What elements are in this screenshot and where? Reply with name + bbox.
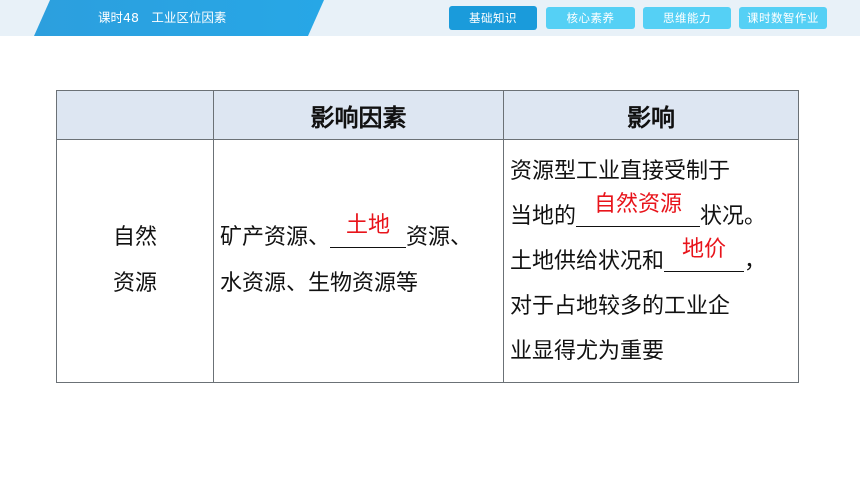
table-header-row: 影响因素 影响 [56, 90, 799, 140]
answer-natural-resources: 自然资源 [594, 191, 683, 217]
header-cell-factors: 影响因素 [213, 90, 504, 140]
factors-list-cell: 矿产资源、 土地 资源、 水资源、生物资源等 [213, 139, 504, 383]
tab-homework[interactable]: 课时数智作业 [739, 7, 827, 29]
answer-land-price: 地价 [682, 236, 727, 262]
factor-table: 影响因素 影响 自然 资源 矿产资源、 土地 资源、 水资源、生物资源等 资源型工业… [56, 90, 799, 383]
influence-line2: 当地的 自然资源 状况。 [510, 192, 798, 239]
influence-cell: 资源型工业直接受制于 当地的 自然资源 状况。 土地供给状况和 地价 ， 对于占地较多的… [503, 139, 799, 383]
top-navigation-bar: 课时48 工业区位因素 基础知识 核心素养 思维能力 课时数智作业 [0, 0, 860, 36]
factor-category-line1: 自然 [112, 225, 157, 250]
header-cell-empty [56, 90, 214, 140]
factors-list-line1: 矿产资源、 土地 资源、 [220, 213, 503, 261]
factors-list-text-b: 资源、 [406, 225, 473, 250]
factors-list-line2: 水资源、生物资源等 [220, 271, 419, 296]
tab-core-literacy[interactable]: 核心素养 [546, 7, 635, 29]
influence-line5: 业显得尤为重要 [510, 338, 665, 364]
influence-line1: 资源型工业直接受制于 [510, 158, 731, 184]
factor-category-line2: 资源 [112, 271, 157, 296]
influence-line2-prefix: 当地的 [510, 203, 577, 229]
influence-line3: 土地供给状况和 地价 ， [510, 237, 798, 284]
factors-list-text-a: 矿产资源、 [220, 225, 331, 250]
tab-basic-knowledge[interactable]: 基础知识 [449, 6, 537, 30]
influence-line4: 对于占地较多的工业企 [510, 293, 731, 319]
fill-blank-land-price: 地价 [664, 237, 745, 272]
header-cell-influence: 影响 [503, 90, 799, 140]
influence-line2-suffix: 状况。 [700, 203, 767, 229]
answer-land: 土地 [346, 213, 391, 238]
fill-blank-land: 土地 [330, 213, 407, 248]
influence-line3-suffix: ， [744, 248, 767, 274]
influence-line3-prefix: 土地供给状况和 [510, 248, 665, 274]
table-row: 自然 资源 矿产资源、 土地 资源、 水资源、生物资源等 资源型工业直接受制于 当地… [56, 139, 799, 383]
lesson-title: 课时48 工业区位因素 [98, 10, 227, 25]
factor-category-cell: 自然 资源 [56, 139, 214, 383]
tab-thinking-ability[interactable]: 思维能力 [643, 7, 731, 29]
fill-blank-natural-resources: 自然资源 [576, 192, 701, 227]
